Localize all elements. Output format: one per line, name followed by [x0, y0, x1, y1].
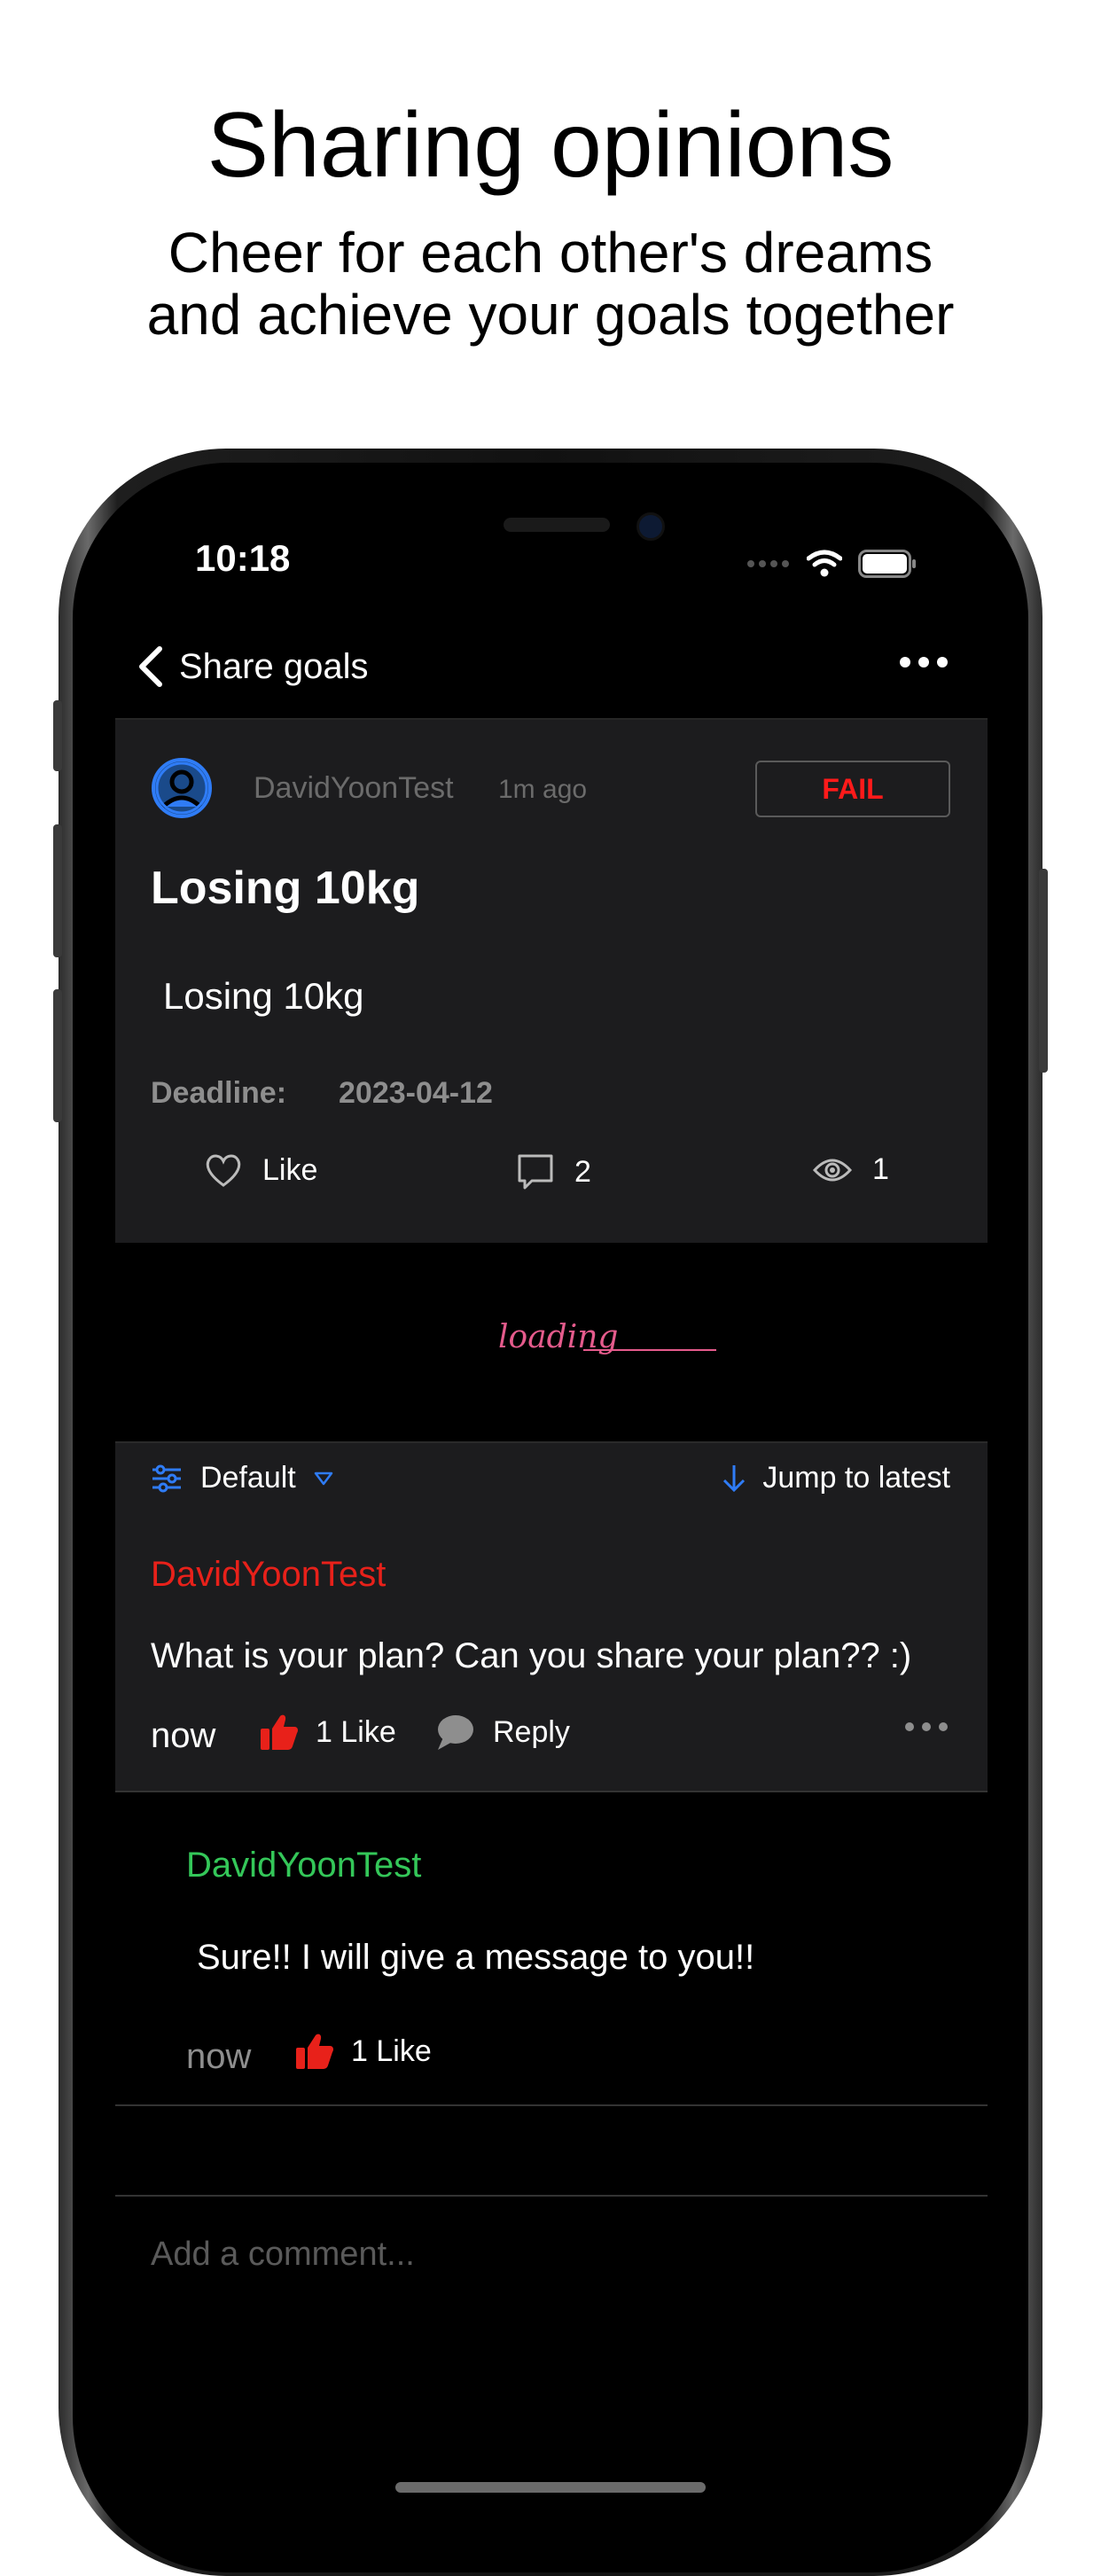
promo-subtitle-line2: and achieve your goals together: [146, 283, 955, 347]
comment-username[interactable]: DavidYoonTest: [151, 1555, 386, 1595]
front-camera: [636, 512, 665, 541]
reply-username[interactable]: DavidYoonTest: [186, 1846, 421, 1885]
reply-like-button[interactable]: 1 Like: [294, 2032, 432, 2071]
comment-count: 2: [574, 1154, 591, 1189]
views-count: 1: [812, 1152, 889, 1187]
loading-line: [583, 1349, 716, 1351]
mute-switch: [53, 700, 62, 771]
post-username[interactable]: DavidYoonTest: [254, 771, 454, 806]
sliders-icon: [152, 1464, 181, 1492]
reply-button[interactable]: Reply: [434, 1713, 570, 1752]
status-icons: [746, 550, 917, 578]
reply-text: Sure!! I will give a message to you!!: [197, 1938, 755, 1977]
jump-label: Jump to latest: [762, 1461, 950, 1495]
promo-subtitle-line1: Cheer for each other's dreams: [168, 221, 933, 285]
promo-subtitle: Cheer for each other's dreams and achiev…: [0, 222, 1101, 346]
nav-title: Share goals: [179, 647, 369, 686]
app-screen: 10:18 Share goals DavidYoonTest 1m ago F…: [115, 502, 988, 2541]
more-options-icon[interactable]: [899, 656, 949, 668]
reply-label: Reply: [493, 1714, 570, 1749]
comment-like-button[interactable]: 1 Like: [259, 1713, 396, 1752]
reply-item: DavidYoonTest Sure!! I will give a messa…: [115, 1792, 988, 2106]
battery-icon: [858, 550, 916, 578]
promo-title: Sharing opinions: [207, 94, 894, 197]
sort-label: Default: [200, 1461, 296, 1495]
heart-icon: [206, 1154, 241, 1187]
volume-down-button: [53, 989, 62, 1122]
goal-post-card: DavidYoonTest 1m ago FAIL Losing 10kg Lo…: [115, 720, 988, 1243]
comment-like-count: 1 Like: [316, 1714, 396, 1749]
sort-dropdown[interactable]: Default: [151, 1461, 333, 1495]
thumbs-up-icon: [261, 1714, 298, 1750]
jump-to-latest-button[interactable]: Jump to latest: [722, 1461, 950, 1495]
comments-count-button[interactable]: 2: [516, 1152, 591, 1191]
post-body: Losing 10kg: [163, 975, 364, 1017]
comment-time: now: [151, 1716, 216, 1755]
reply-time: now: [186, 2037, 252, 2076]
back-chevron-icon[interactable]: [133, 642, 168, 691]
loading-indicator: loading: [115, 1243, 988, 1443]
wifi-icon: [807, 550, 842, 577]
nav-bar: Share goals: [115, 621, 988, 720]
speech-bubble-icon: [438, 1715, 473, 1750]
comment-sort-bar: Default Jump to latest: [115, 1441, 988, 1518]
comment-input[interactable]: Add a comment...: [151, 2236, 415, 2274]
deadline-value: 2023-04-12: [339, 1076, 493, 1110]
like-button[interactable]: Like: [204, 1152, 317, 1188]
cellular-signal-icon: [747, 560, 789, 567]
eye-icon: [812, 1159, 853, 1181]
home-indicator[interactable]: [395, 2482, 706, 2493]
post-time: 1m ago: [498, 775, 588, 804]
reply-like-count: 1 Like: [351, 2033, 432, 2068]
arrow-down-icon: [723, 1464, 746, 1492]
view-count: 1: [872, 1152, 889, 1186]
like-label: Like: [262, 1152, 318, 1187]
comment-bubble-icon: [518, 1154, 553, 1190]
volume-up-button: [53, 824, 62, 957]
thumbs-up-icon: [296, 2033, 333, 2069]
comment-item: DavidYoonTest What is your plan? Can you…: [115, 1516, 988, 1792]
earpiece-speaker: [504, 518, 610, 532]
post-title: Losing 10kg: [151, 863, 420, 914]
power-button: [1039, 869, 1048, 1073]
status-time: 10:18: [195, 537, 291, 579]
avatar[interactable]: [151, 757, 213, 819]
dropdown-triangle-icon: [314, 1471, 332, 1485]
deadline-label: Deadline:: [151, 1076, 287, 1110]
comment-more-icon[interactable]: [904, 1721, 949, 1732]
status-badge: FAIL: [755, 761, 950, 817]
comment-text: What is your plan? Can you share your pl…: [151, 1636, 912, 1675]
